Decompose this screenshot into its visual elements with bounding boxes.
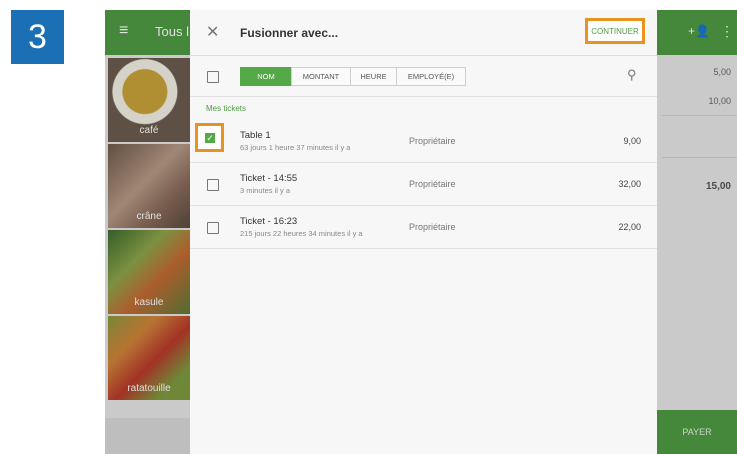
ticket-amount: 32,00	[618, 179, 641, 189]
ticket-row[interactable]: Ticket - 16:23 215 jours 22 heures 34 mi…	[190, 206, 657, 249]
tab-montant[interactable]: MONTANT	[291, 67, 351, 86]
dialog-header: ✕ Fusionner avec... CONTINUER	[190, 10, 657, 56]
checked-checkbox[interactable]: ✓	[205, 133, 215, 143]
ticket-name: Ticket - 16:23	[240, 216, 298, 227]
dialog-title: Fusionner avec...	[240, 26, 339, 40]
ticket-age: 215 jours 22 heures 34 minutes il y a	[240, 229, 363, 238]
section-label: Mes tickets	[206, 104, 247, 113]
continue-button[interactable]: CONTINUER	[585, 18, 645, 44]
merge-dialog: ✕ Fusionner avec... CONTINUER NOM MONTAN…	[190, 10, 657, 454]
ticket-row[interactable]: ✓ Table 1 63 jours 1 heure 37 minutes il…	[190, 120, 657, 163]
checkbox-highlight[interactable]: ✓	[195, 123, 224, 152]
search-icon[interactable]: ⚲	[627, 67, 637, 83]
ticket-owner: Propriétaire	[409, 179, 456, 189]
filter-bar: NOM MONTANT HEURE EMPLOYÉ(E) ⚲	[190, 56, 657, 97]
ticket-amount: 9,00	[623, 136, 641, 146]
ticket-age: 3 minutes il y a	[240, 186, 291, 195]
close-icon[interactable]: ✕	[206, 22, 219, 42]
ticket-name: Ticket - 14:55	[240, 173, 298, 184]
tab-employe[interactable]: EMPLOYÉ(E)	[396, 67, 466, 86]
select-all-checkbox[interactable]	[207, 71, 219, 83]
step-number-badge: 3	[11, 10, 64, 64]
ticket-owner: Propriétaire	[409, 222, 456, 232]
sort-tabs: NOM MONTANT HEURE EMPLOYÉ(E)	[240, 67, 466, 86]
ticket-age: 63 jours 1 heure 37 minutes il y a	[240, 143, 351, 152]
ticket-owner: Propriétaire	[409, 136, 456, 146]
ticket-checkbox[interactable]	[207, 222, 219, 234]
ticket-name: Table 1	[240, 130, 271, 141]
tab-nom[interactable]: NOM	[240, 67, 292, 86]
tab-heure[interactable]: HEURE	[350, 67, 397, 86]
ticket-row[interactable]: Ticket - 14:55 3 minutes il y a Propriét…	[190, 163, 657, 206]
ticket-amount: 22,00	[618, 222, 641, 232]
ticket-checkbox[interactable]	[207, 179, 219, 191]
